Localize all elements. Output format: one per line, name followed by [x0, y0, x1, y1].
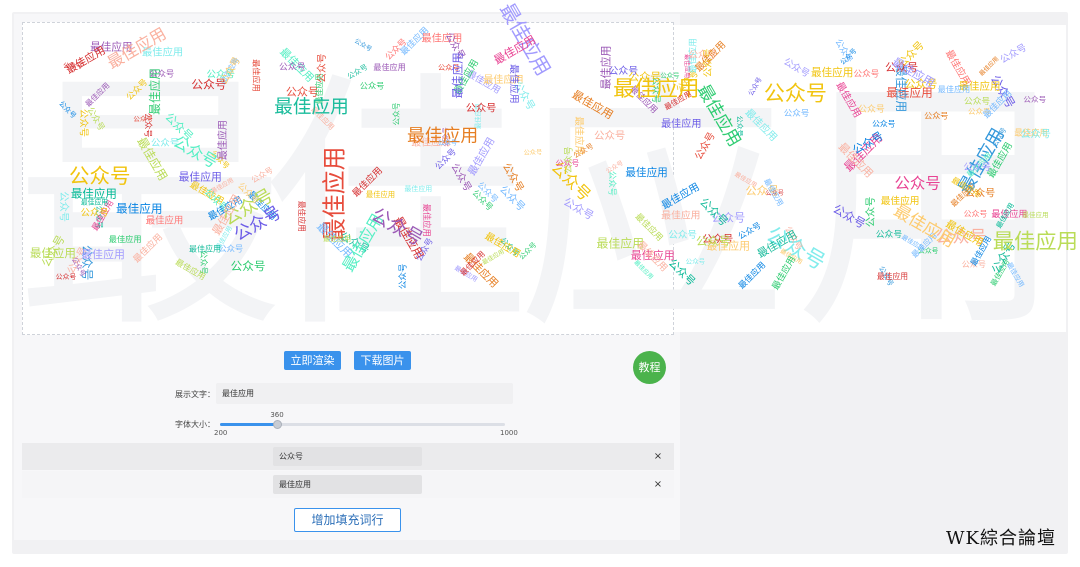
cloud-word: 公众号	[865, 197, 877, 228]
cloud-word: 最佳应用	[179, 170, 222, 184]
cloud-word: 公众号	[853, 68, 879, 79]
cloud-word: 公众号	[399, 264, 409, 290]
fill-word-row: 公众号 ×	[22, 443, 674, 470]
cloud-word: 最佳应用	[625, 166, 667, 179]
remove-row-icon[interactable]: ×	[652, 471, 664, 498]
cloud-word: 最佳应用	[116, 201, 162, 215]
cloud-word: 最佳应用	[811, 66, 853, 79]
slider-thumb[interactable]	[273, 420, 282, 429]
cloud-word: 公众号	[231, 259, 266, 273]
cloud-word: 公众号	[81, 208, 109, 219]
cloud-word: 最佳应用	[274, 97, 349, 118]
render-button[interactable]: 立即渲染	[284, 351, 341, 370]
font-size-slider[interactable]: 360	[220, 411, 505, 429]
download-image-button[interactable]: 下载图片	[354, 351, 411, 370]
cloud-word: 公众号	[149, 68, 174, 78]
cloud-word: 公众号	[1020, 129, 1051, 141]
slider-value: 360	[270, 411, 284, 419]
cloud-word: 公众号	[964, 96, 990, 107]
remove-row-icon[interactable]: ×	[652, 443, 664, 470]
watermark: WK綜合論壇	[946, 528, 1056, 549]
cloud-word: 公众号	[524, 149, 543, 156]
cloud-word: 公众号	[57, 191, 69, 222]
cloud-word: 最佳应用	[661, 117, 701, 130]
slider-fill	[220, 423, 277, 426]
cloud-word: 最佳应用	[81, 247, 125, 261]
cloud-word: 最佳应用	[598, 45, 612, 89]
cloud-word: 最佳应用	[146, 215, 184, 227]
font-size-label: 字体大小：	[175, 420, 215, 429]
cloud-word: 最佳应用	[993, 229, 1078, 254]
cloud-word: 公众号	[563, 146, 574, 173]
cloud-word: 公众号	[607, 171, 617, 196]
cloud-word: 公众号	[784, 109, 810, 119]
cloud-word: 公众号	[963, 162, 991, 173]
fill-word-input[interactable]: 最佳应用	[273, 475, 422, 494]
tutorial-button[interactable]: 教程	[633, 351, 666, 384]
cloud-word: 公众号	[965, 187, 995, 199]
cloud-word: 最佳应用	[938, 84, 970, 94]
display-text-label: 展示文字：	[175, 390, 215, 399]
cloud-word: 公众号	[894, 175, 940, 193]
wordcloud-svg: 最佳应用 公众号最佳应用公众号 最佳应用最佳应用公众号公众号公众号公众号公众号最佳…	[15, 0, 1078, 340]
cloud-word: 公众号	[1023, 95, 1046, 104]
display-text-input[interactable]: 最佳应用	[216, 383, 513, 404]
cloud-word: 公众号	[660, 72, 679, 80]
cloud-word: 最佳应用	[877, 271, 908, 281]
cloud-word: 公众号	[594, 130, 625, 142]
slider-max-label: 1000	[500, 429, 518, 437]
cloud-word: 公众号	[279, 61, 306, 72]
slider-min-label: 200	[214, 429, 228, 437]
cloud-word: 最佳应用	[81, 198, 108, 207]
cloud-word: 公众号	[438, 139, 457, 147]
fill-word-input[interactable]: 公众号	[273, 447, 422, 466]
cloud-word: 公众号	[964, 210, 988, 219]
cloud-word: 最佳应用	[366, 190, 395, 199]
cloud-word: 公众号	[466, 102, 497, 114]
cloud-word: 最佳应用	[373, 62, 405, 72]
cloud-word: 公众号	[696, 234, 731, 248]
cloud-word: 公众号	[609, 65, 639, 77]
add-fill-row-button[interactable]: 增加填充词行	[294, 508, 401, 532]
cloud-word: 公众号	[764, 82, 827, 106]
cloud-word: 公众号	[876, 229, 903, 240]
cloud-word: 最佳应用	[252, 59, 262, 92]
cloud-word: 公众号	[69, 164, 131, 188]
cloud-word: 公众号	[924, 110, 948, 120]
cloud-word: 公众号	[78, 109, 89, 137]
cloud-word: 最佳应用	[109, 234, 142, 244]
cloud-word: 最佳应用	[323, 234, 351, 243]
cloud-word: 公众号	[360, 80, 385, 90]
cloud-word: 最佳应用	[297, 201, 307, 232]
cloud-word: 公众号	[872, 120, 896, 129]
cloud-word: 公众号	[392, 102, 401, 125]
cloud-word: 公众号	[735, 116, 743, 137]
fill-word-row: 最佳应用 ×	[22, 471, 674, 498]
cloud-word: 公众号	[686, 257, 706, 265]
cloud-word: 公众号	[316, 53, 328, 83]
cloud-word: 最佳应用	[450, 52, 464, 98]
cloud-word: 最佳应用	[508, 64, 521, 104]
cloud-word: 最佳应用	[1023, 210, 1049, 219]
cloud-word: 最佳应用	[405, 184, 433, 193]
cloud-word: 公众号	[668, 230, 697, 241]
cloud-word: 最佳应用	[189, 244, 221, 254]
cloud-word: 公众号	[133, 115, 153, 123]
